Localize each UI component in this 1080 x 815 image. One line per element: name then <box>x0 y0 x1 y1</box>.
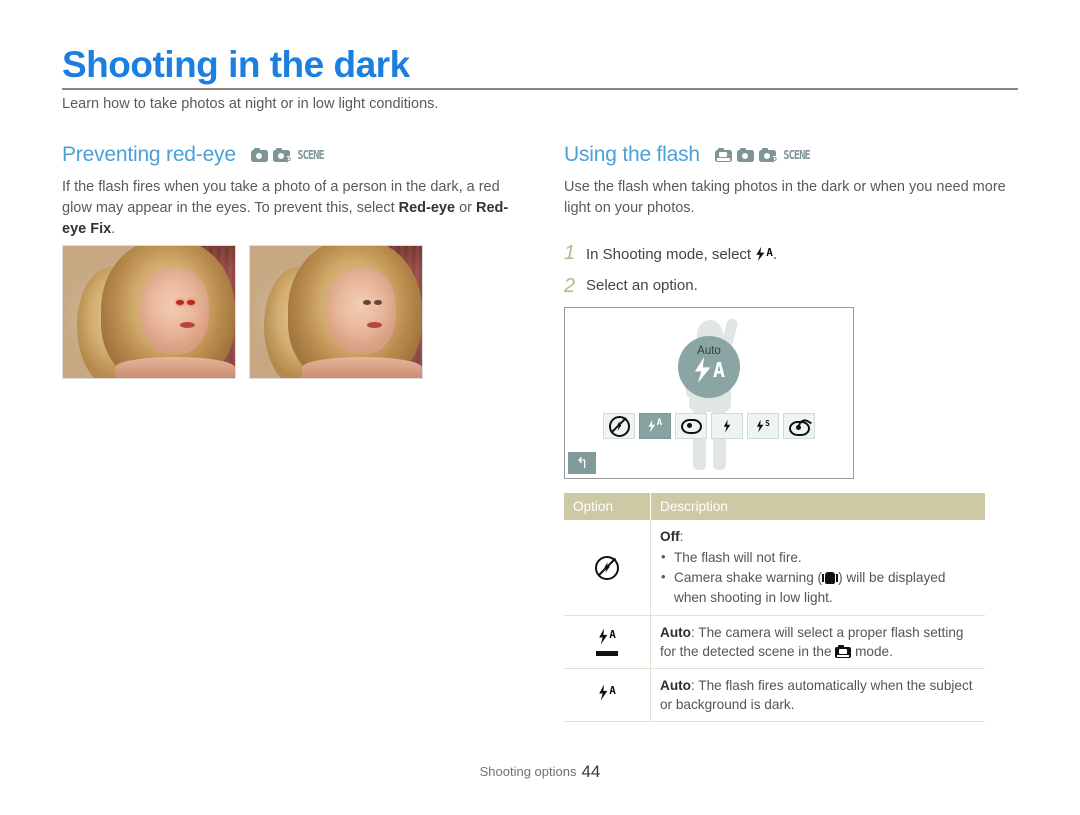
list-item: Camera shake warning () will be displaye… <box>660 567 976 608</box>
table-cell-description: Auto: The camera will select a proper fl… <box>650 615 985 669</box>
page-title: Shooting in the dark <box>62 44 410 85</box>
flash-auto-icon[interactable]: A <box>639 413 671 439</box>
flash-auto-icon: A <box>678 357 740 383</box>
step-1-text-before: In Shooting mode, select <box>586 246 756 263</box>
list-item: The flash will not fire. <box>660 547 976 568</box>
right-section-header: Using the flash p SCENE <box>564 142 1019 168</box>
smart-auto-icon <box>714 148 732 162</box>
row-2-text-after: mode. <box>851 644 893 659</box>
photo-red-eye-corrected <box>249 245 423 379</box>
step-1: 1 In Shooting mode, select A. <box>564 243 1019 265</box>
flash-off-icon <box>564 520 651 616</box>
camera-shake-icon <box>822 572 839 584</box>
table-cell-description: Auto: The flash fires automatically when… <box>650 668 985 722</box>
red-eye-icon[interactable] <box>675 413 707 439</box>
right-column: Using the flash p SCENE Use the flash wh… <box>564 142 1019 722</box>
camera-icon <box>736 148 754 162</box>
table-header-description: Description <box>650 493 985 520</box>
scene-icon: SCENE <box>297 148 324 162</box>
normal-eye-right <box>374 300 383 306</box>
table-header-row: Option Description <box>564 493 985 520</box>
left-paragraph-part3: . <box>111 221 116 237</box>
row-3-text: The flash fires automatically when the s… <box>660 678 973 712</box>
row-1-bullets: The flash will not fire. Camera shake wa… <box>660 547 976 608</box>
flash-auto-icon: A <box>564 668 651 722</box>
table-cell-description: Off: The flash will not fire. Camera sha… <box>650 520 985 616</box>
camera-program-icon: p <box>758 148 777 163</box>
row-2-text-before: The camera will select a proper flash se… <box>660 625 964 659</box>
flash-options-table: Option Description Off: The flash will n… <box>564 493 985 722</box>
left-paragraph-bold1: Red-eye <box>398 200 456 216</box>
step-2-number: 2 <box>564 275 576 297</box>
bullet-1-text: The flash will not fire. <box>674 550 802 565</box>
row-3-title: Auto <box>660 678 691 693</box>
red-eye-left <box>176 300 185 306</box>
step-1-number: 1 <box>564 242 576 264</box>
step-1-text-after: . <box>772 246 778 263</box>
right-paragraph: Use the flash when taking photos in the … <box>564 179 1006 216</box>
step-1-text: In Shooting mode, select A. <box>586 243 777 265</box>
row-2-title: Auto <box>660 625 691 640</box>
bullet-2-text-before: Camera shake warning ( <box>674 570 823 585</box>
left-paragraph-part2: or <box>455 200 477 216</box>
camera-program-icon: p <box>272 148 291 163</box>
normal-eye-left <box>363 300 372 306</box>
flash-mode-badge-label: Auto <box>697 345 721 357</box>
flash-option-row: A S <box>603 413 815 439</box>
right-mode-icons: p SCENE <box>714 148 812 163</box>
camera-screen-mockup: Auto A A S ↰ <box>564 307 854 479</box>
table-row: A Auto: The flash fires automatically wh… <box>564 668 985 722</box>
title-divider <box>62 88 1018 90</box>
camera-icon <box>250 148 268 162</box>
table-header-option: Option <box>564 493 651 520</box>
page-subtitle: Learn how to take photos at night or in … <box>62 96 439 112</box>
fill-in-flash-icon[interactable] <box>711 413 743 439</box>
flash-auto-icon: A <box>755 243 773 265</box>
left-section-heading: Preventing red-eye <box>62 143 236 166</box>
footer-label: Shooting options <box>479 764 577 779</box>
manual-page: Shooting in the dark Learn how to take p… <box>0 0 1080 815</box>
row-1-colon: : <box>679 529 684 544</box>
back-button[interactable]: ↰ <box>568 452 596 474</box>
photo-with-red-eye <box>62 245 236 379</box>
flash-off-icon[interactable] <box>603 413 635 439</box>
table-row: Off: The flash will not fire. Camera sha… <box>564 520 985 616</box>
left-section-header: Preventing red-eye p SCENE <box>62 142 532 168</box>
smart-auto-icon <box>835 645 852 658</box>
scene-icon: SCENE <box>783 148 810 162</box>
left-mode-icons: p SCENE <box>250 148 326 163</box>
steps-list: 1 In Shooting mode, select A. 2 Select a… <box>564 243 1019 296</box>
row-1-title: Off <box>660 529 680 544</box>
sample-photos <box>62 245 423 379</box>
left-paragraph: If the flash fires when you take a photo… <box>62 177 532 240</box>
red-eye-fix-icon[interactable] <box>783 413 815 439</box>
smart-flash-auto-icon: A <box>564 615 651 669</box>
slow-sync-icon[interactable]: S <box>747 413 779 439</box>
right-section-heading: Using the flash <box>564 143 700 166</box>
step-2: 2 Select an option. <box>564 276 1019 296</box>
flash-mode-badge: Auto A <box>678 336 740 398</box>
table-row: A Auto: The camera will select a proper … <box>564 615 985 669</box>
page-footer: Shooting options 44 <box>0 762 1080 782</box>
footer-page-number: 44 <box>581 762 601 781</box>
step-2-text: Select an option. <box>586 277 698 294</box>
red-eye-right <box>187 300 196 306</box>
left-column: Preventing red-eye p SCENE If the flash … <box>62 142 532 240</box>
